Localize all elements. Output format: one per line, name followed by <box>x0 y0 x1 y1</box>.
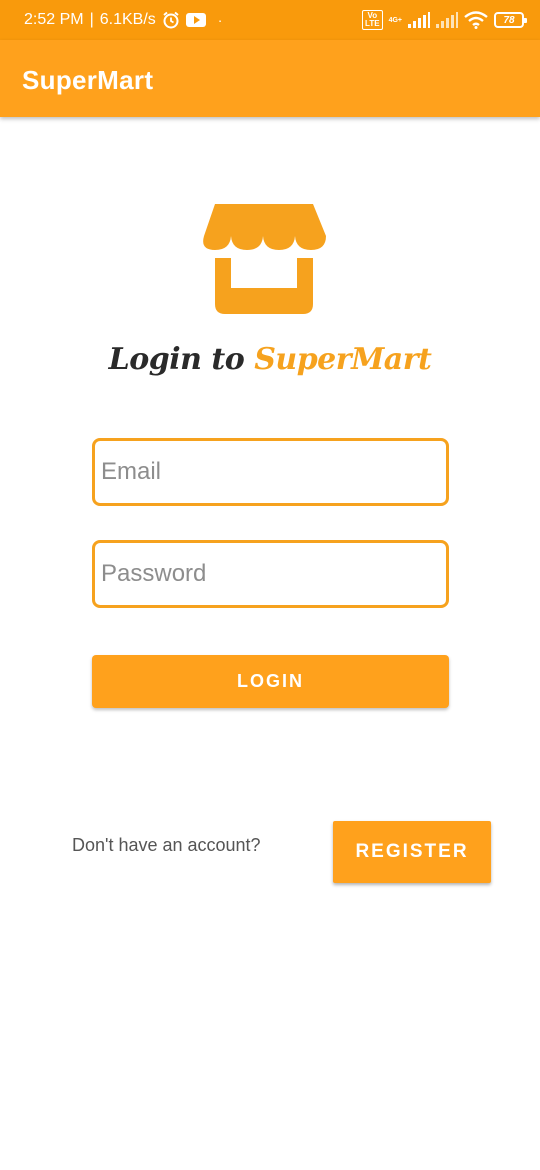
heading-brand: SuperMart <box>254 342 432 377</box>
register-button[interactable]: REGISTER <box>333 821 491 883</box>
status-separator: | <box>89 11 94 28</box>
app-title: SuperMart <box>22 65 154 95</box>
signal-icon-secondary <box>436 12 458 28</box>
status-bar: 2:52 PM | 6.1KB/s · Vo LTE 4G+ 78 <box>0 0 540 40</box>
status-speed: 6.1KB/s <box>99 11 156 28</box>
status-time: 2:52 PM <box>24 11 84 28</box>
email-field[interactable] <box>92 438 449 506</box>
battery-icon: 78 <box>494 12 527 28</box>
no-account-text: Don't have an account? <box>72 835 261 855</box>
volte-icon: Vo LTE <box>362 10 383 30</box>
login-heading: Login to SuperMart <box>0 342 540 377</box>
alarm-icon <box>163 11 179 29</box>
app-bar: SuperMart <box>0 40 540 117</box>
battery-level: 78 <box>503 14 515 26</box>
password-field[interactable] <box>92 540 449 608</box>
wifi-icon <box>464 11 488 29</box>
status-left: 2:52 PM | 6.1KB/s · <box>24 0 222 40</box>
heading-prefix: Login to <box>108 342 245 377</box>
signal-icon <box>408 12 430 28</box>
youtube-icon <box>185 13 206 27</box>
network-type-label: 4G+ <box>388 16 402 24</box>
status-right: Vo LTE 4G+ 78 <box>362 0 527 40</box>
login-button[interactable]: LOGIN <box>92 655 449 708</box>
notification-dot: · <box>217 12 223 28</box>
network-type: 4G+ <box>389 17 402 24</box>
store-logo-icon <box>203 204 326 314</box>
